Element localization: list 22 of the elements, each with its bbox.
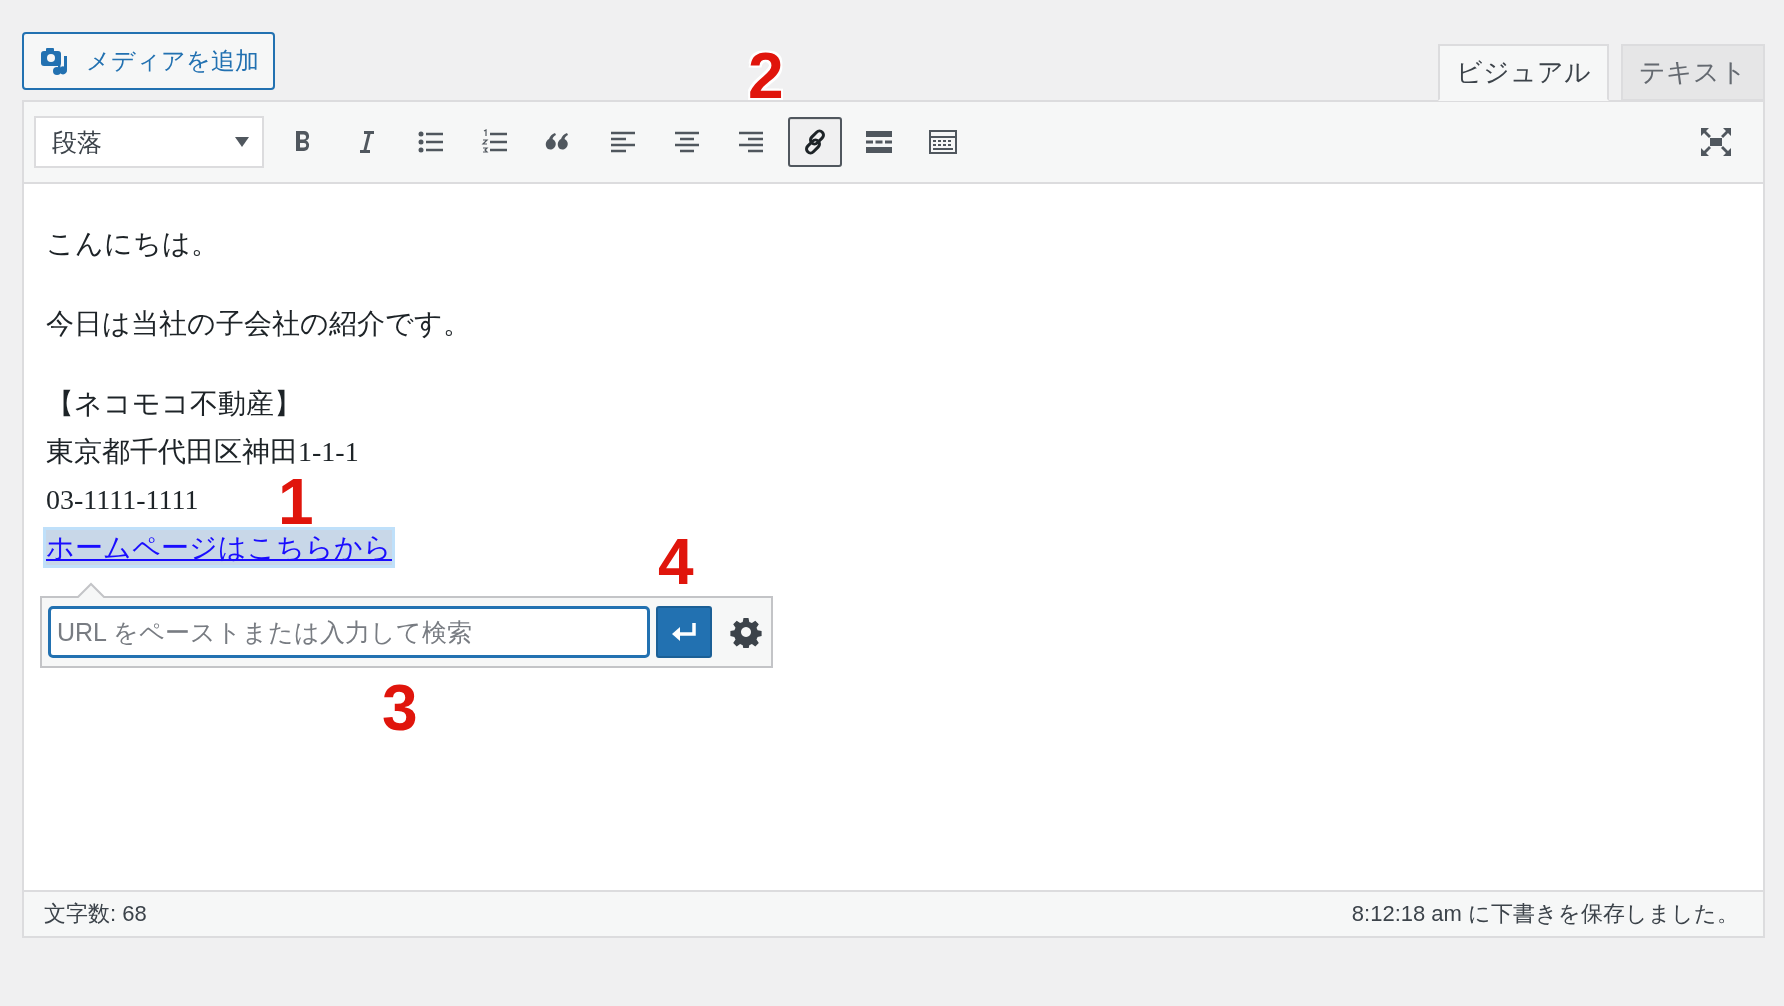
annotation-number: 4	[658, 530, 694, 594]
editor-tab[interactable]: テキスト	[1621, 44, 1765, 101]
link-button[interactable]	[788, 117, 842, 167]
fullscreen-icon	[1700, 127, 1732, 157]
body-text: こんにちは。	[46, 228, 219, 259]
editor-tab[interactable]: ビジュアル	[1438, 44, 1609, 101]
annotation-number: 2	[748, 44, 784, 108]
url-input-field[interactable]: URL をペーストまたは入力して検索	[48, 606, 650, 658]
body-text: 東京都千代田区神田1-1-1	[46, 436, 359, 467]
keyboard-icon	[928, 127, 958, 157]
settings-icon[interactable]	[730, 616, 762, 648]
body-text: 今日は当社の子会社の紹介です。	[46, 308, 471, 339]
save-status: 8:12:18 am に下書きを保存しました。	[1351, 900, 1739, 928]
add-media-button[interactable]: メディアを追加	[22, 32, 275, 90]
dropdown-caret-icon	[234, 136, 250, 148]
apply-button[interactable]	[656, 606, 712, 658]
format-select[interactable]: 段落	[34, 116, 264, 168]
body-text: 【ネコモコ不動産】	[46, 388, 302, 419]
annotation-number: 3	[382, 676, 418, 740]
body-text: 03-1111-1111	[46, 484, 199, 515]
word-count: 文字数: 68	[44, 900, 147, 928]
homepage-link[interactable]: ホームページはこちらから	[46, 530, 392, 565]
